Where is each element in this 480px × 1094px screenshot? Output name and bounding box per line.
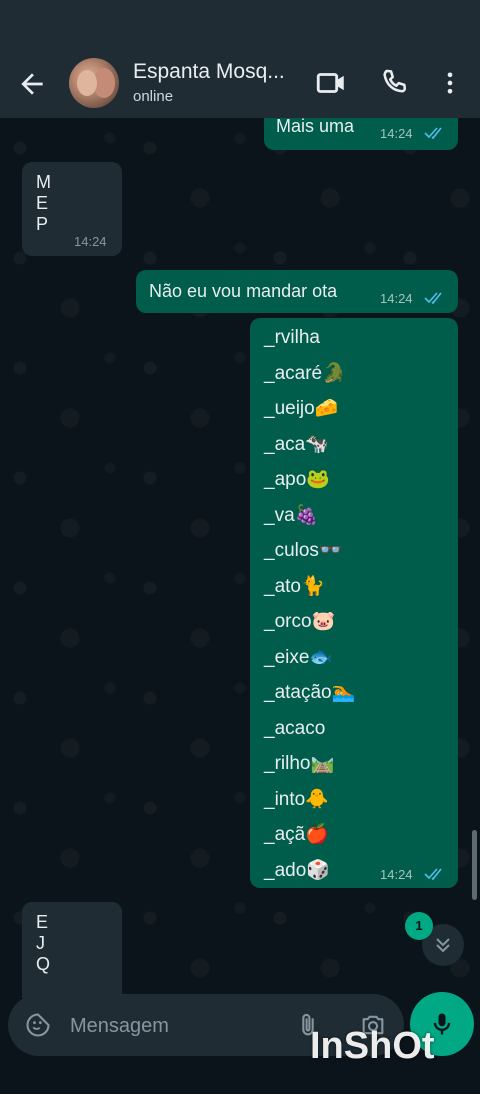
message-line: J — [36, 933, 45, 953]
message-line: _acaré🐊 — [264, 362, 346, 384]
message-line: E — [36, 912, 49, 932]
message-line: _rvilha — [264, 327, 320, 348]
message-input[interactable] — [68, 994, 292, 1058]
message-line: _into🐥 — [264, 788, 329, 810]
message-line: _ado🎲 — [264, 859, 330, 881]
contact-name[interactable]: Espanta Mosq... — [133, 60, 285, 84]
status-bar — [0, 0, 480, 50]
message-time: 14:24 — [380, 126, 413, 141]
double-chevron-down-icon — [436, 938, 450, 953]
read-ticks-icon — [424, 868, 442, 881]
message-line: _rilho🛤️ — [264, 753, 335, 774]
message-line: M — [36, 172, 51, 192]
message-line: _culos👓 — [264, 540, 343, 561]
message-bubble-outgoing[interactable]: Não eu vou mandar ota 14:24 — [136, 270, 458, 313]
message-bubble-incoming[interactable]: M E P 14:24 — [22, 162, 122, 256]
inshot-watermark: InShOt — [310, 1025, 435, 1067]
message-line: _acaco — [264, 717, 326, 739]
scrollbar[interactable] — [472, 830, 477, 900]
message-time: 14:24 — [74, 234, 107, 249]
message-line: P — [36, 214, 49, 234]
message-bubble-outgoing[interactable]: _rvilha _acaré🐊 _ueijo🧀 _aca🐄 _apo🐸 _va🍇… — [250, 318, 458, 888]
read-ticks-icon — [424, 292, 442, 305]
message-text: Não eu vou mandar ota — [149, 281, 338, 301]
message-line: _açã🍎 — [264, 824, 329, 845]
message-line: _aca🐄 — [264, 433, 329, 455]
emoji-sticker-icon[interactable] — [24, 1011, 52, 1039]
message-line: E — [36, 193, 49, 213]
message-line: _ato🐈 — [264, 575, 325, 597]
message-line: _eixe🐟 — [264, 646, 334, 668]
message-time: 14:24 — [380, 291, 413, 306]
message-bubble-outgoing[interactable]: Mais uma 14:24 — [264, 118, 458, 150]
unread-count-badge: 1 — [405, 912, 433, 940]
chat-area[interactable]: Mais uma 14:24 M E P 14:24 Não eu vou ma… — [0, 118, 480, 998]
message-text: Mais uma — [276, 118, 355, 136]
message-line: Q — [36, 954, 51, 974]
message-time: 14:24 — [380, 867, 413, 882]
message-bubble-incoming[interactable]: E J Q — [22, 902, 122, 998]
message-line: _apo🐸 — [264, 469, 330, 490]
chat-header: Espanta Mosq... online — [0, 50, 480, 118]
message-line: _orco🐷 — [264, 611, 336, 632]
message-line: _va🍇 — [264, 504, 319, 526]
voice-call-icon[interactable] — [378, 66, 412, 100]
back-arrow-icon[interactable] — [16, 68, 48, 100]
message-text: E J Q — [36, 912, 56, 975]
message-line: _ueijo🧀 — [264, 398, 339, 419]
message-line: _atação🏊 — [264, 682, 356, 703]
contact-status: online — [133, 88, 174, 105]
more-vertical-icon[interactable] — [436, 66, 464, 100]
read-ticks-icon — [424, 127, 442, 140]
message-list: _rvilha _acaré🐊 _ueijo🧀 _aca🐄 _apo🐸 _va🍇… — [264, 320, 355, 888]
video-call-icon[interactable] — [314, 66, 348, 100]
avatar[interactable] — [69, 58, 119, 108]
message-text: M E P — [36, 172, 56, 235]
